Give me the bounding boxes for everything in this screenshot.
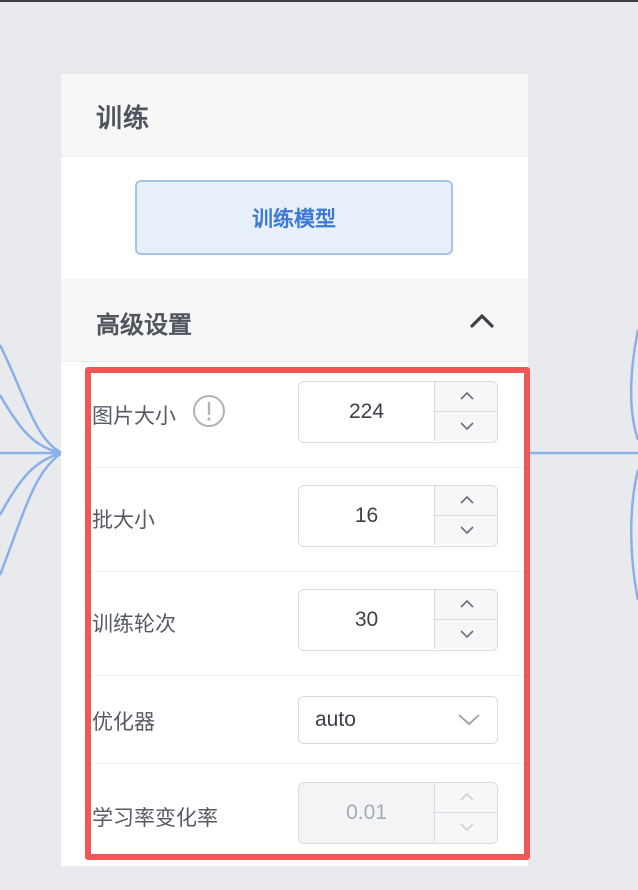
advanced-settings-header[interactable]: 高级设置	[61, 279, 528, 362]
batch-size-value[interactable]: 16	[299, 486, 434, 545]
batch-size-stepper[interactable]: 16	[298, 485, 498, 547]
batch-size-label: 批大小	[92, 508, 155, 532]
setting-row-batch-size: 批大小 16	[84, 468, 528, 572]
stepper-buttons	[434, 783, 497, 842]
chevron-up-icon	[459, 392, 474, 400]
setting-row-image-size: 图片大小 224	[84, 364, 528, 468]
panel-title: 训练	[96, 104, 151, 134]
image-size-increment-button[interactable]	[435, 382, 497, 412]
batch-size-increment-button[interactable]	[435, 486, 497, 516]
lr-change-value: 0.01	[346, 800, 387, 824]
epochs-stepper[interactable]: 30	[298, 589, 498, 651]
optimizer-value: auto	[315, 708, 356, 731]
image-size-value[interactable]: 224	[299, 382, 434, 441]
advanced-settings-title: 高级设置	[96, 311, 192, 339]
epochs-value[interactable]: 30	[299, 590, 434, 649]
lr-change-increment-button	[435, 783, 497, 813]
setting-row-optimizer: 优化器 auto	[84, 676, 528, 764]
chevron-down-icon	[458, 714, 480, 726]
chevron-up-icon	[459, 600, 474, 608]
train-model-button[interactable]: 训练模型	[135, 180, 453, 255]
setting-row-epochs: 训练轮次 30	[84, 572, 528, 676]
chevron-down-icon	[459, 823, 474, 832]
epochs-increment-button[interactable]	[435, 590, 497, 620]
epochs-decrement-button[interactable]	[435, 620, 497, 650]
image-size-stepper[interactable]: 224	[298, 381, 498, 443]
optimizer-select[interactable]: auto	[298, 696, 498, 744]
panel-header: 训练	[61, 74, 528, 157]
optimizer-label: 优化器	[92, 710, 155, 734]
training-panel: 训练 训练模型 高级设置 图片大小 224 批大小 16 训练轮次 30 优化器…	[61, 74, 528, 866]
stepper-buttons	[434, 486, 497, 545]
stepper-buttons	[434, 382, 497, 441]
info-icon[interactable]	[192, 394, 226, 428]
epochs-label: 训练轮次	[92, 612, 176, 636]
chevron-down-icon	[459, 630, 474, 639]
lr-change-stepper: 0.01	[298, 782, 498, 844]
chevron-up-icon[interactable]	[464, 303, 500, 339]
batch-size-decrement-button[interactable]	[435, 516, 497, 546]
chevron-up-icon	[459, 793, 474, 801]
chevron-down-icon	[459, 422, 474, 431]
chevron-up-icon	[459, 496, 474, 504]
stepper-buttons	[434, 590, 497, 649]
lr-change-label: 学习率变化率	[92, 806, 218, 830]
chevron-down-icon	[459, 526, 474, 535]
image-size-label: 图片大小	[92, 404, 176, 428]
lr-change-decrement-button	[435, 813, 497, 843]
setting-row-lr-change: 学习率变化率 0.01	[84, 764, 528, 868]
image-size-decrement-button[interactable]	[435, 412, 497, 442]
